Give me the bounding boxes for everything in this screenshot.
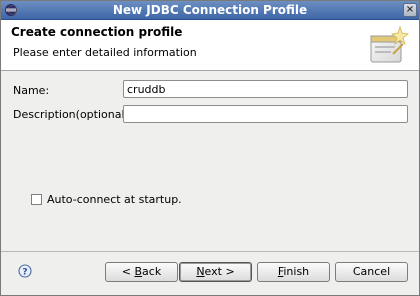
close-icon[interactable]: × [403, 3, 417, 17]
wizard-banner-icon [370, 25, 409, 63]
autoconnect-label[interactable]: Auto-connect at startup. [47, 193, 182, 206]
name-field[interactable] [123, 80, 408, 98]
back-button[interactable]: < Back [105, 262, 178, 282]
next-mnemonic: N [196, 265, 205, 278]
next-button[interactable]: Next > [179, 262, 252, 282]
back-rest: ack [142, 265, 162, 278]
banner-title: Create connection profile [11, 25, 183, 39]
title-bar[interactable]: New JDBC Connection Profile × [1, 1, 419, 20]
banner-subtitle: Please enter detailed information [13, 46, 197, 59]
eclipse-icon [5, 4, 18, 16]
button-bar-separator [1, 251, 419, 252]
next-rest: ext > [204, 265, 235, 278]
window-title: New JDBC Connection Profile [112, 3, 308, 17]
description-field[interactable] [123, 105, 408, 123]
wizard-banner: Create connection profile Please enter d… [1, 20, 419, 71]
name-label: Name: [13, 84, 50, 97]
back-prefix: < [121, 265, 135, 278]
svg-text:?: ? [22, 267, 27, 277]
finish-button[interactable]: Finish [257, 262, 330, 282]
autoconnect-checkbox[interactable] [31, 194, 42, 205]
finish-rest: inish [283, 265, 310, 278]
description-label: Description(optional): [13, 108, 133, 121]
back-mnemonic: B [134, 265, 143, 278]
dialog-window: New JDBC Connection Profile × Create con… [0, 0, 420, 296]
help-icon[interactable]: ? [18, 264, 32, 278]
cancel-button[interactable]: Cancel [335, 262, 408, 282]
